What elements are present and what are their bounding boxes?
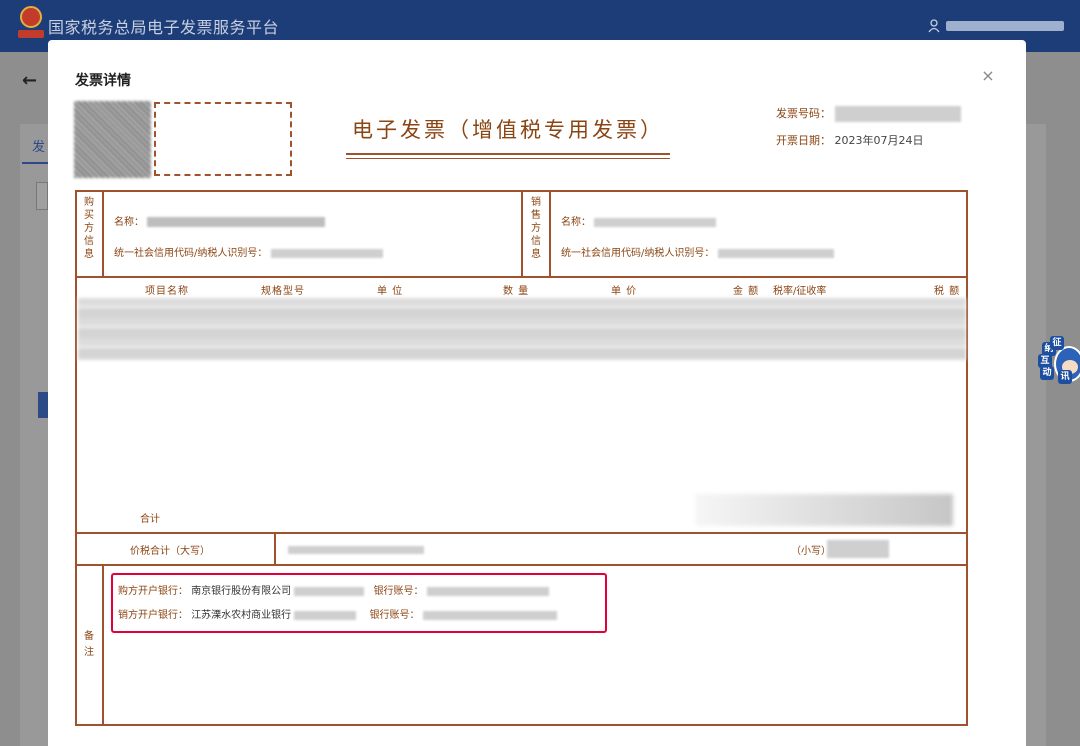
user-name-redacted[interactable]	[946, 21, 1064, 31]
seller-side-label: 销售方信息	[531, 197, 541, 260]
seller-name-redacted	[594, 217, 717, 227]
divider	[549, 192, 551, 277]
column-header-rate: 税率/征收率	[773, 286, 827, 297]
seller-bank-branch-redacted	[294, 610, 357, 620]
seller-bank-label: 销方开户银行：	[118, 610, 188, 621]
close-icon[interactable]: ×	[980, 68, 996, 84]
interaction-assistant-widget[interactable]: 纳 征 互 动 讯	[1038, 336, 1080, 386]
invoice-date-row: 开票日期： 2023年07月24日	[776, 132, 924, 148]
buyer-name-row: 名称：	[114, 213, 326, 228]
buyer-name-label: 名称：	[114, 217, 144, 228]
buyer-account-redacted	[426, 586, 549, 596]
buyer-side-label: 购买方信息	[84, 197, 94, 260]
small-amount-label: （小写）	[791, 546, 831, 557]
invoice-date-value: 2023年07月24日	[834, 134, 924, 147]
invoice-number-row: 发票号码：	[776, 105, 961, 122]
buyer-taxid-label: 统一社会信用代码/纳税人识别号：	[114, 248, 268, 259]
divider	[521, 192, 523, 277]
stamp-placeholder	[154, 102, 292, 176]
small-amount-redacted	[827, 540, 889, 558]
total-amount-redacted	[695, 494, 953, 526]
column-header-unit: 单 位	[377, 286, 404, 297]
buyer-name-redacted	[147, 217, 326, 227]
title-underline	[346, 153, 670, 155]
column-header-price: 单 价	[611, 286, 638, 297]
seller-account-redacted	[422, 610, 557, 620]
line-items-redacted	[78, 298, 966, 360]
background-input[interactable]	[36, 182, 48, 210]
total-label: 合计	[140, 514, 160, 525]
buyer-taxid-redacted	[270, 248, 383, 258]
seller-taxid-redacted	[717, 248, 834, 258]
back-arrow-icon[interactable]: ←	[22, 70, 37, 91]
column-header-qty: 数 量	[503, 286, 530, 297]
widget-char: 动	[1040, 366, 1054, 380]
divider	[77, 276, 966, 278]
background-tab[interactable]: 发	[32, 136, 45, 155]
background-button[interactable]	[38, 392, 48, 418]
remarks-label: 备注	[84, 631, 94, 658]
divider	[77, 532, 966, 534]
column-header-spec: 规格型号	[261, 286, 305, 297]
tax-emblem-logo	[18, 6, 44, 40]
divider	[77, 564, 966, 566]
buyer-bank-branch-redacted	[294, 586, 365, 596]
widget-char: 征	[1050, 336, 1064, 350]
site-title: 国家税务总局电子发票服务平台	[48, 18, 280, 37]
buyer-bank-row: 购方开户银行： 南京银行股份有限公司 银行账号：	[118, 582, 549, 597]
seller-taxid-label: 统一社会信用代码/纳税人识别号：	[561, 248, 715, 259]
buyer-bank-value: 南京银行股份有限公司	[191, 586, 292, 597]
invoice-table: 购买方信息 销售方信息 名称： 统一社会信用代码/纳税人识别号： 名称： 统一社…	[75, 190, 968, 726]
buyer-bank-label: 购方开户银行：	[118, 586, 188, 597]
seller-taxid-row: 统一社会信用代码/纳税人识别号：	[561, 244, 834, 259]
buyer-taxid-row: 统一社会信用代码/纳税人识别号：	[114, 244, 383, 259]
column-header-tax: 税 额	[934, 286, 961, 297]
seller-bank-row: 销方开户银行： 江苏溧水农村商业银行 银行账号：	[118, 606, 557, 621]
user-icon[interactable]	[928, 19, 940, 33]
divider	[102, 192, 104, 277]
invoice-detail-modal: 发票详情 × 电子发票（增值税专用发票） 发票号码： 开票日期： 2023年07…	[48, 40, 1026, 746]
price-tax-capital-redacted	[288, 546, 424, 554]
invoice-number-redacted	[834, 106, 961, 122]
modal-title: 发票详情	[75, 73, 131, 89]
divider	[274, 532, 276, 565]
seller-name-row: 名称：	[561, 213, 717, 228]
column-header-item: 项目名称	[145, 286, 189, 297]
seller-bank-value: 江苏溧水农村商业银行	[191, 610, 292, 621]
qr-code-redacted	[74, 101, 151, 178]
invoice-number-label: 发票号码：	[776, 107, 831, 120]
seller-name-label: 名称：	[561, 217, 591, 228]
column-header-amount: 金 额	[733, 286, 760, 297]
title-underline-thin	[346, 158, 670, 159]
divider	[102, 564, 104, 726]
buyer-account-label: 银行账号：	[373, 586, 424, 597]
invoice-title: 电子发票（增值税专用发票）	[352, 118, 664, 142]
price-tax-total-label: 价税合计（大写）	[130, 546, 210, 557]
background-tab-underline	[22, 162, 48, 164]
seller-account-label: 银行账号：	[369, 610, 420, 621]
invoice-date-label: 开票日期：	[776, 134, 831, 147]
widget-char: 讯	[1058, 370, 1072, 384]
